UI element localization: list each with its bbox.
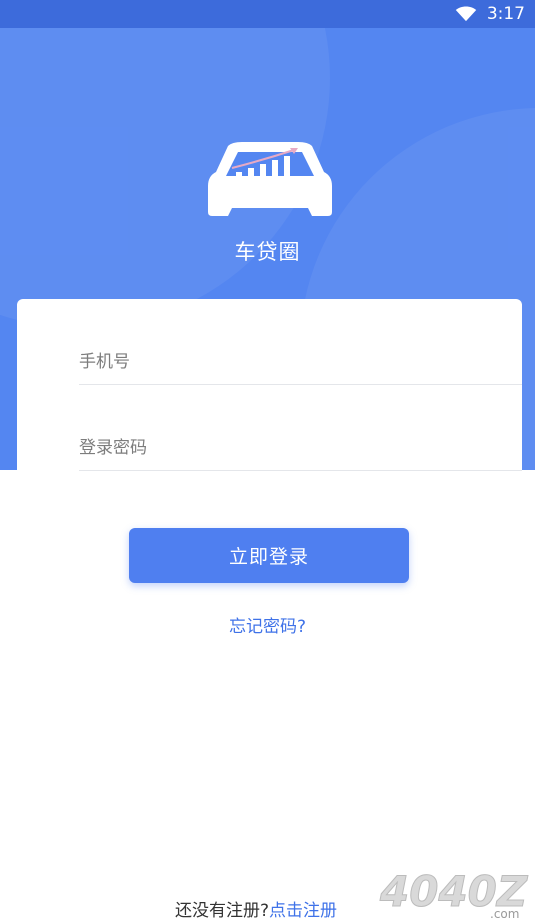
register-prompt-text: 还没有注册? <box>175 901 270 921</box>
password-input[interactable] <box>79 425 522 470</box>
forgot-password-link[interactable]: 忘记密码? <box>0 612 535 637</box>
wifi-icon <box>455 6 477 22</box>
svg-text:.com: .com <box>490 907 519 920</box>
register-prompt: 还没有注册?点击注册 <box>175 896 337 921</box>
login-form-card <box>17 299 522 471</box>
status-bar: 3:17 <box>0 0 535 28</box>
phone-input[interactable] <box>79 339 522 384</box>
watermark-logo: 4040Z .com <box>379 867 530 921</box>
status-time: 3:17 <box>486 4 525 24</box>
password-field[interactable] <box>79 425 522 471</box>
register-link[interactable]: 点击注册 <box>269 901 337 921</box>
phone-field[interactable] <box>79 339 522 385</box>
login-button[interactable]: 立即登录 <box>129 528 409 583</box>
car-chart-logo-icon <box>208 142 332 216</box>
app-name: 车贷圈 <box>234 240 301 264</box>
